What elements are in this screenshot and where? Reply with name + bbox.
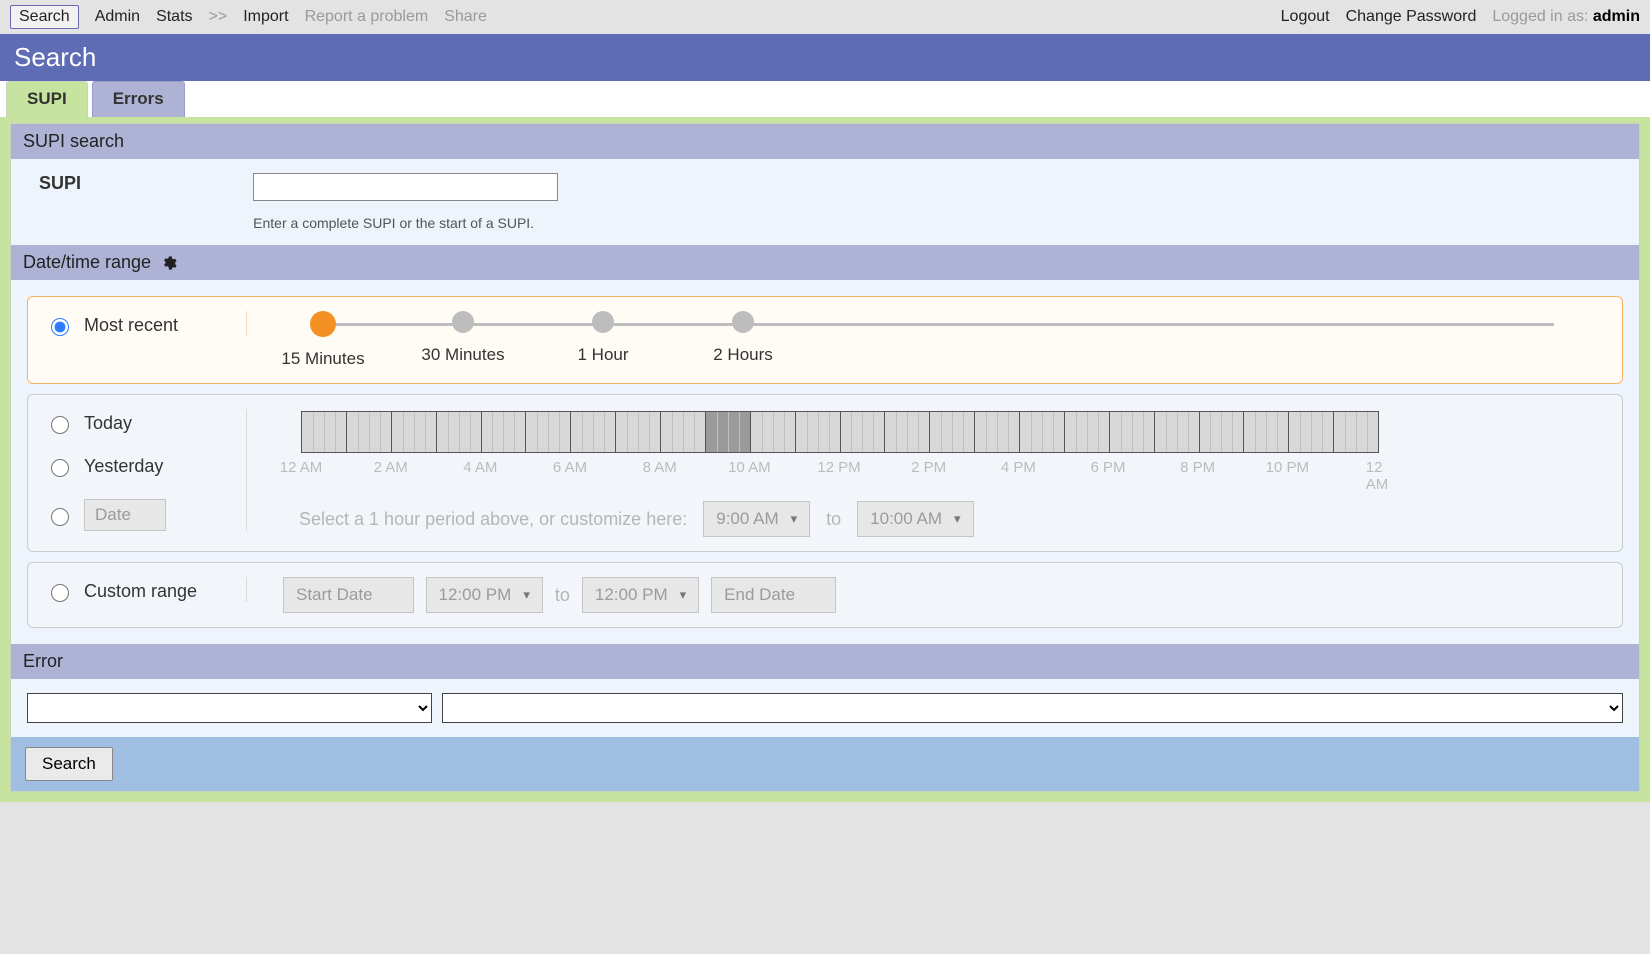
datetime-options: Most recent 15 Minutes 30 Minutes (11, 280, 1639, 644)
hour-cell[interactable] (302, 412, 347, 452)
nav-admin[interactable]: Admin (95, 8, 140, 26)
supi-hint: Enter a complete SUPI or the start of a … (253, 209, 558, 231)
slider-stop-15m[interactable]: 15 Minutes (273, 311, 373, 369)
from-time-select[interactable]: 9:00 AM▾ (703, 501, 810, 537)
slider-stop-30m[interactable]: 30 Minutes (413, 311, 513, 369)
to-time-select[interactable]: 10:00 AM▾ (857, 501, 973, 537)
hour-cell[interactable] (1065, 412, 1110, 452)
nav-share: Share (444, 8, 487, 26)
hour-cell[interactable] (885, 412, 930, 452)
hour-cell[interactable] (1110, 412, 1155, 452)
nav-more: >> (209, 8, 228, 26)
date-input[interactable]: Date (84, 499, 166, 531)
error-select-2[interactable] (442, 693, 1623, 723)
custom-t2-select[interactable]: 12:00 PM▾ (582, 577, 699, 613)
option-day: Today Yesterday Date 12 AM 2 AM 4 AM 6 AM 8 … (27, 394, 1623, 552)
radio-today[interactable]: Today (46, 413, 246, 434)
supi-field-label: SUPI (39, 173, 249, 194)
gear-icon[interactable] (161, 255, 177, 271)
hour-cell[interactable] (392, 412, 437, 452)
hour-cell[interactable] (1334, 412, 1378, 452)
hour-cell[interactable] (706, 412, 751, 452)
hour-label: 2 PM (911, 459, 946, 476)
error-section-body (11, 679, 1639, 737)
hour-cell[interactable] (571, 412, 616, 452)
hour-cell[interactable] (661, 412, 706, 452)
tabs: SUPI Errors (0, 81, 1650, 117)
search-button[interactable]: Search (25, 747, 113, 781)
hour-timeline[interactable]: 12 AM 2 AM 4 AM 6 AM 8 AM 10 AM 12 PM 2 PM 4 PM 6… (273, 409, 1604, 479)
hour-cell[interactable] (526, 412, 571, 452)
custom-start-date[interactable]: Start Date (283, 577, 414, 613)
hour-label: 12 AM (1366, 459, 1389, 493)
chevron-down-icon: ▾ (791, 511, 798, 527)
supi-input[interactable] (253, 173, 558, 201)
hour-label: 4 PM (1001, 459, 1036, 476)
hour-cell[interactable] (1244, 412, 1289, 452)
hour-cell[interactable] (347, 412, 392, 452)
option-custom-range: Custom range Start Date 12:00 PM▾ to 12:… (27, 562, 1623, 628)
nav-stats[interactable]: Stats (156, 8, 192, 26)
recent-slider[interactable]: 15 Minutes 30 Minutes 1 Hour 2 Hour (273, 311, 1604, 369)
radio-yesterday[interactable]: Yesterday (46, 456, 246, 477)
custom-end-date[interactable]: End Date (711, 577, 836, 613)
hour-label: 8 AM (643, 459, 677, 476)
hour-label: 10 PM (1266, 459, 1309, 476)
hour-select-hint: Select a 1 hour period above, or customi… (299, 509, 687, 530)
nav-import[interactable]: Import (243, 8, 288, 26)
chevron-down-icon: ▾ (523, 587, 530, 603)
tab-supi[interactable]: SUPI (6, 81, 88, 117)
custom-to-label: to (555, 585, 570, 606)
hour-cell[interactable] (1020, 412, 1065, 452)
nav-change-password[interactable]: Change Password (1346, 8, 1477, 26)
tab-errors[interactable]: Errors (92, 81, 185, 117)
radio-most-recent[interactable]: Most recent (46, 315, 246, 336)
hour-cell[interactable] (796, 412, 841, 452)
hour-cell[interactable] (1155, 412, 1200, 452)
hour-label: 12 AM (280, 459, 323, 476)
hour-cell[interactable] (1289, 412, 1334, 452)
hour-cell[interactable] (975, 412, 1020, 452)
hour-cell[interactable] (437, 412, 482, 452)
radio-date[interactable]: Date (46, 499, 246, 531)
nav-logout[interactable]: Logout (1281, 8, 1330, 26)
error-section-header: Error (11, 644, 1639, 679)
hour-label: 6 PM (1090, 459, 1125, 476)
error-select-1[interactable] (27, 693, 432, 723)
hour-cell[interactable] (1200, 412, 1245, 452)
top-nav: Search Admin Stats >> Import Report a pr… (0, 0, 1650, 34)
hour-label: 8 PM (1180, 459, 1215, 476)
hour-cell[interactable] (482, 412, 527, 452)
hour-label: 2 AM (374, 459, 408, 476)
top-nav-right: Logout Change Password Logged in as: adm… (1281, 8, 1640, 26)
datetime-section-header: Date/time range (11, 245, 1639, 280)
supi-section-body: SUPI Enter a complete SUPI or the start … (11, 159, 1639, 245)
top-nav-left: Search Admin Stats >> Import Report a pr… (10, 5, 487, 29)
option-most-recent: Most recent 15 Minutes 30 Minutes (27, 296, 1623, 384)
nav-report-problem: Report a problem (305, 8, 429, 26)
page-body: SUPI search SUPI Enter a complete SUPI o… (0, 117, 1650, 802)
nav-search[interactable]: Search (10, 5, 79, 29)
hour-label: 10 AM (728, 459, 771, 476)
page-title: Search (0, 34, 1650, 81)
radio-custom-range[interactable]: Custom range (46, 581, 246, 602)
hour-label: 6 AM (553, 459, 587, 476)
hour-cell[interactable] (751, 412, 796, 452)
slider-stop-2h[interactable]: 2 Hours (693, 311, 793, 369)
hour-cell[interactable] (930, 412, 975, 452)
hour-cell[interactable] (841, 412, 886, 452)
to-label: to (826, 509, 841, 530)
chevron-down-icon: ▾ (680, 587, 687, 603)
hour-cell[interactable] (616, 412, 661, 452)
search-footer: Search (11, 737, 1639, 791)
hour-label: 12 PM (817, 459, 860, 476)
logged-in-as: Logged in as: admin (1492, 8, 1640, 26)
custom-t1-select[interactable]: 12:00 PM▾ (426, 577, 543, 613)
slider-stop-1h[interactable]: 1 Hour (553, 311, 653, 369)
chevron-down-icon: ▾ (954, 511, 961, 527)
hour-label: 4 AM (463, 459, 497, 476)
supi-section-header: SUPI search (11, 124, 1639, 159)
